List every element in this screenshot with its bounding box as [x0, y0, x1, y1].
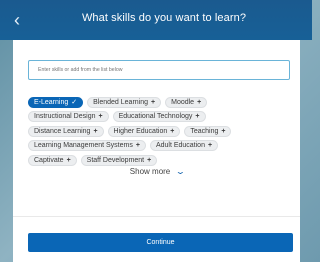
skill-chip-learning-management-systems[interactable]: Learning Management Systems + — [28, 140, 146, 152]
plus-icon: + — [195, 113, 200, 121]
skill-chip-label: Staff Development — [86, 156, 145, 164]
plus-icon: + — [66, 156, 71, 164]
skills-search-input[interactable] — [28, 60, 290, 80]
continue-button[interactable]: Continue — [28, 233, 293, 252]
skills-panel: E-Learning ✓ Blended Learning + Moodle +… — [13, 40, 300, 262]
skill-chip-label: Higher Education — [113, 127, 168, 135]
skill-chip-label: Instructional Design — [34, 113, 96, 121]
show-more-label: Show more — [129, 167, 171, 176]
skill-chip-captivate[interactable]: Captivate + — [28, 154, 77, 166]
checkmark-icon: ✓ — [71, 99, 78, 106]
back-chevron-icon[interactable]: ‹ — [14, 11, 28, 29]
chevron-down-icon: ⌄ — [174, 167, 186, 176]
plus-icon: + — [135, 142, 140, 150]
skill-chip-instructional-design[interactable]: Instructional Design + — [28, 111, 109, 123]
show-more-button[interactable]: Show more ⌄ — [13, 167, 300, 176]
skill-chip-label: E-Learning — [34, 99, 69, 106]
plus-icon: + — [170, 127, 175, 135]
plus-icon: + — [151, 99, 156, 106]
skill-chip-label: Blended Learning — [93, 99, 149, 106]
skill-chip-label: Captivate — [34, 156, 64, 164]
skill-chip-higher-education[interactable]: Higher Education + — [107, 125, 181, 137]
plus-icon: + — [207, 142, 213, 150]
skill-chip-staff-development[interactable]: Staff Development + — [80, 154, 158, 166]
plus-icon: + — [197, 99, 202, 106]
skill-chip-blended-learning[interactable]: Blended Learning + — [87, 97, 162, 108]
skill-chip-educational-technology[interactable]: Educational Technology + — [112, 111, 206, 123]
skill-chip-label: Teaching — [190, 127, 219, 135]
plus-icon: + — [98, 113, 103, 121]
skill-chip-label: Learning Management Systems — [34, 142, 133, 150]
plus-icon: + — [93, 127, 98, 135]
page-title: What skills do you want to learn? — [81, 12, 247, 24]
plus-icon: + — [147, 156, 152, 164]
skill-chip-list: E-Learning ✓ Blended Learning + Moodle +… — [28, 97, 293, 169]
skill-chip-distance-learning[interactable]: Distance Learning + — [28, 125, 104, 137]
divider — [13, 216, 300, 217]
skill-chip-moodle[interactable]: Moodle + — [165, 97, 208, 108]
skill-chip-label: Distance Learning — [34, 127, 91, 135]
skill-chip-label: Moodle — [171, 99, 195, 106]
plus-icon: + — [221, 127, 226, 135]
header-bar: ‹ What skills do you want to learn? — [0, 0, 312, 40]
skill-chip-e-learning[interactable]: E-Learning ✓ — [28, 97, 84, 108]
skill-chip-teaching[interactable]: Teaching + — [184, 125, 232, 137]
skill-chip-label: Educational Technology — [118, 113, 193, 121]
skill-chip-adult-education[interactable]: Adult Education + — [149, 140, 219, 152]
skill-chip-label: Adult Education — [155, 142, 205, 150]
